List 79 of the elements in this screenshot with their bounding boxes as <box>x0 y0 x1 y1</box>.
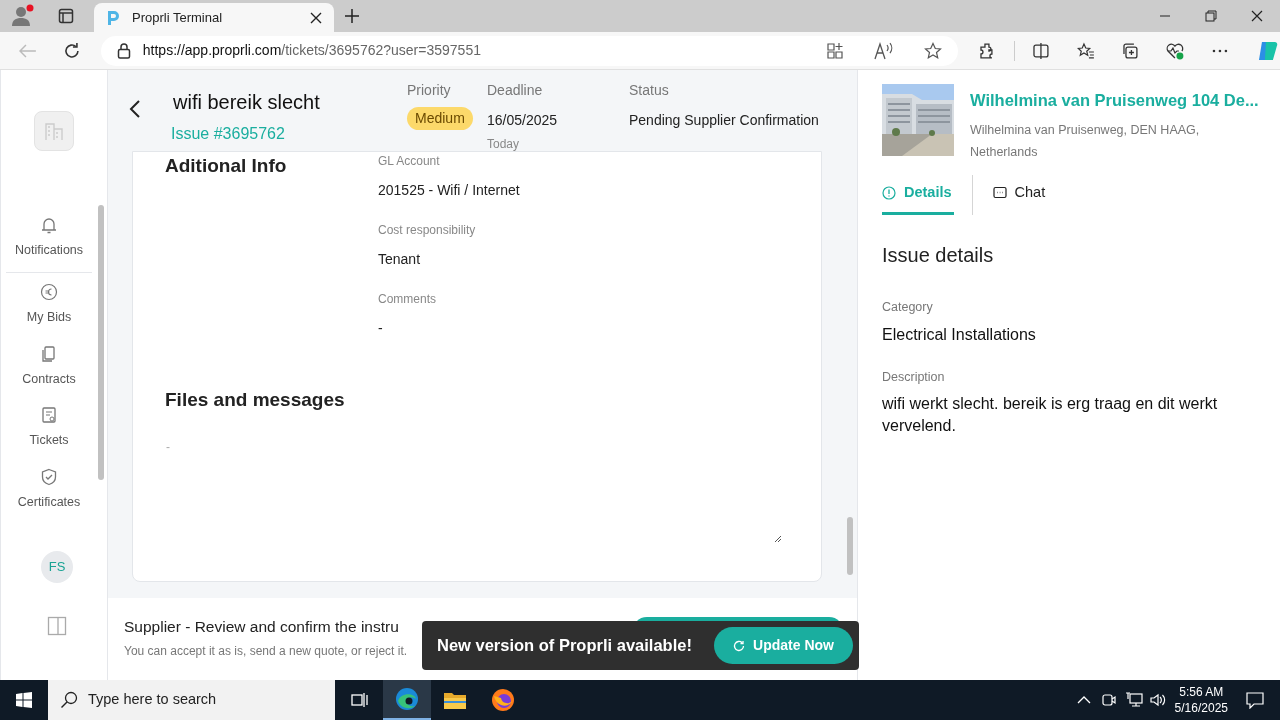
read-aloud-icon[interactable] <box>873 41 894 60</box>
new-tab-icon[interactable] <box>344 8 360 24</box>
taskbar-search[interactable]: Type here to search <box>48 680 335 720</box>
panel-toggle-icon[interactable] <box>47 616 67 636</box>
extensions-icon[interactable] <box>977 41 996 60</box>
toast-message: New version of Proprli available! <box>437 635 693 657</box>
profile-icon[interactable] <box>10 4 34 28</box>
close-icon[interactable] <box>310 11 322 24</box>
field-value: Tenant <box>378 250 422 269</box>
taskbar-app[interactable] <box>383 680 431 720</box>
docs-icon <box>40 344 58 363</box>
footer-title: Supplier - Review and confirm the instru <box>124 617 399 637</box>
issue-number: Issue #3695762 <box>171 124 286 144</box>
browser-tab[interactable]: Proprli Terminal <box>94 3 334 32</box>
sidebar-item[interactable]: Certificates <box>6 468 92 530</box>
folder-icon <box>443 690 467 710</box>
status-label: Status <box>629 81 670 100</box>
ticket-title: wifi bereik slecht <box>172 90 321 115</box>
refresh-icon <box>733 639 746 652</box>
tab-title: Proprli Terminal <box>132 8 224 27</box>
field-label: GL Account <box>378 153 441 170</box>
sidebar-item[interactable]: Notifications <box>6 214 92 272</box>
apps-icon[interactable] <box>825 41 844 60</box>
deadline-label: Deadline <box>487 81 544 100</box>
sidebar-item[interactable]: My Bids <box>6 282 92 345</box>
lock-icon <box>116 42 131 59</box>
taskbar-clock[interactable]: 5:56 AM 5/16/2025 <box>1174 684 1228 716</box>
tab-actions-icon[interactable] <box>58 8 74 24</box>
priority-badge: Medium <box>407 107 473 130</box>
fox-globe-icon <box>491 688 515 712</box>
field-label: Cost responsibility <box>378 222 477 239</box>
notifications-icon[interactable] <box>1246 691 1264 709</box>
footer-subtitle: You can accept it as is, send a new quote, or reject it. <box>124 643 408 660</box>
search-icon <box>60 691 78 709</box>
section-title: Files and messages <box>165 388 345 412</box>
task-view-icon[interactable] <box>351 691 369 709</box>
chat-icon <box>992 186 1007 201</box>
restore-icon[interactable] <box>1205 10 1217 22</box>
deadline-date: 16/05/2025 <box>487 111 559 130</box>
app-logo-icon <box>106 9 120 26</box>
address-bar[interactable]: https://app.proprli.com/tickets/3695762?user=3597551 <box>100 35 958 66</box>
bell-icon <box>40 216 58 234</box>
close-window-icon[interactable] <box>1251 10 1263 22</box>
field-value: 201525 - Wifi / Internet <box>378 181 521 200</box>
details-title: Issue details <box>882 242 995 268</box>
network-icon[interactable] <box>1124 692 1143 708</box>
sidebar-item[interactable]: Tickets <box>6 406 92 468</box>
split-screen-icon[interactable] <box>1031 41 1050 60</box>
field-label: Comments <box>378 291 437 308</box>
field-label: Category <box>882 298 934 316</box>
refresh-icon[interactable] <box>62 41 81 60</box>
panel-tab[interactable]: Chat <box>992 174 1052 215</box>
empty-text: - <box>166 439 170 456</box>
favorite-star-icon[interactable] <box>923 41 942 60</box>
camera-icon[interactable] <box>1100 692 1117 708</box>
field-value: - <box>378 319 384 338</box>
url-text: https://app.proprli.com/tickets/3695762?user=3597551 <box>142 41 482 60</box>
field-value: wifi werkt slecht. bereik is erg traag en dit werkt vervelend. <box>882 394 1219 437</box>
field-value: Electrical Installations <box>882 324 1037 345</box>
favorites-icon[interactable] <box>1076 41 1095 60</box>
resize-handle-icon <box>774 535 782 543</box>
chevron-up-icon[interactable] <box>1076 695 1091 705</box>
sidebar-item[interactable]: Contracts <box>6 344 92 407</box>
priority-label: Priority <box>407 81 451 100</box>
collections-icon[interactable] <box>1121 41 1140 60</box>
health-icon[interactable] <box>1166 41 1185 60</box>
browser-swirl-icon <box>395 687 419 711</box>
ticket-icon <box>40 406 58 425</box>
status-value: Pending Supplier Confirmation <box>629 111 819 130</box>
shield-icon <box>40 468 58 486</box>
deadline-note: Today <box>487 136 521 153</box>
euro-icon <box>40 282 58 301</box>
volume-icon[interactable] <box>1148 692 1167 708</box>
info-icon <box>882 186 896 201</box>
field-label: Description <box>882 368 946 386</box>
windows-start-icon[interactable] <box>16 692 32 708</box>
building-icon <box>44 121 64 141</box>
property-address: Wilhelmina van Pruisenweg, DEN HAAG, Netherlands <box>970 121 1201 161</box>
section-title: Aditional Info <box>165 154 287 178</box>
